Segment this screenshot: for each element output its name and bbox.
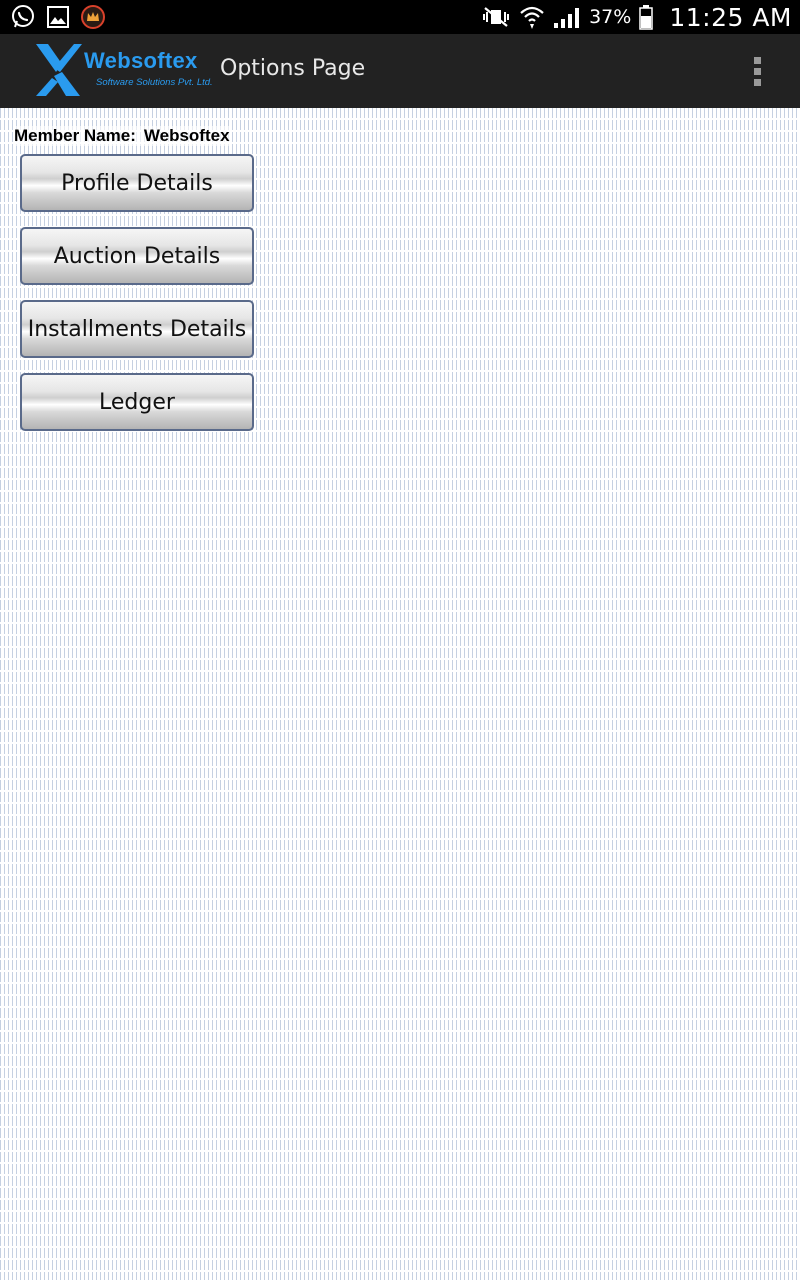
auction-details-button[interactable]: Auction Details: [20, 227, 254, 285]
member-name-label: Member Name:: [14, 126, 136, 145]
signal-icon: [553, 5, 581, 29]
battery-icon: [639, 4, 654, 30]
profile-details-button[interactable]: Profile Details: [20, 154, 254, 212]
member-name-value: Websoftex: [143, 126, 230, 145]
wifi-icon: [519, 4, 545, 30]
clock: 11:25 AM: [669, 2, 792, 32]
whatsapp-icon: [10, 4, 36, 30]
content-area: Member Name: Websoftex Profile Details Au…: [0, 108, 800, 1280]
websoftex-logo: Websoftex Software Solutions Pvt. Ltd.: [34, 42, 213, 102]
installments-details-button[interactable]: Installments Details: [20, 300, 254, 358]
status-bar: 37% 11:25 AM: [0, 0, 800, 34]
gallery-icon: [46, 5, 70, 29]
crown-app-icon: [80, 4, 106, 30]
logo-mark-icon: [36, 44, 82, 96]
logo-tagline: Software Solutions Pvt. Ltd.: [96, 77, 213, 88]
vibrate-mute-icon: [481, 6, 511, 28]
page-title: Options Page: [220, 56, 366, 81]
member-name-row: Member Name: Websoftex: [14, 126, 230, 146]
ledger-button[interactable]: Ledger: [20, 373, 254, 431]
overflow-menu-icon[interactable]: [744, 52, 770, 90]
battery-percent: 37%: [589, 6, 632, 28]
action-bar: Websoftex Software Solutions Pvt. Ltd. O…: [0, 34, 800, 108]
logo-wordmark: Websoftex: [84, 48, 198, 73]
